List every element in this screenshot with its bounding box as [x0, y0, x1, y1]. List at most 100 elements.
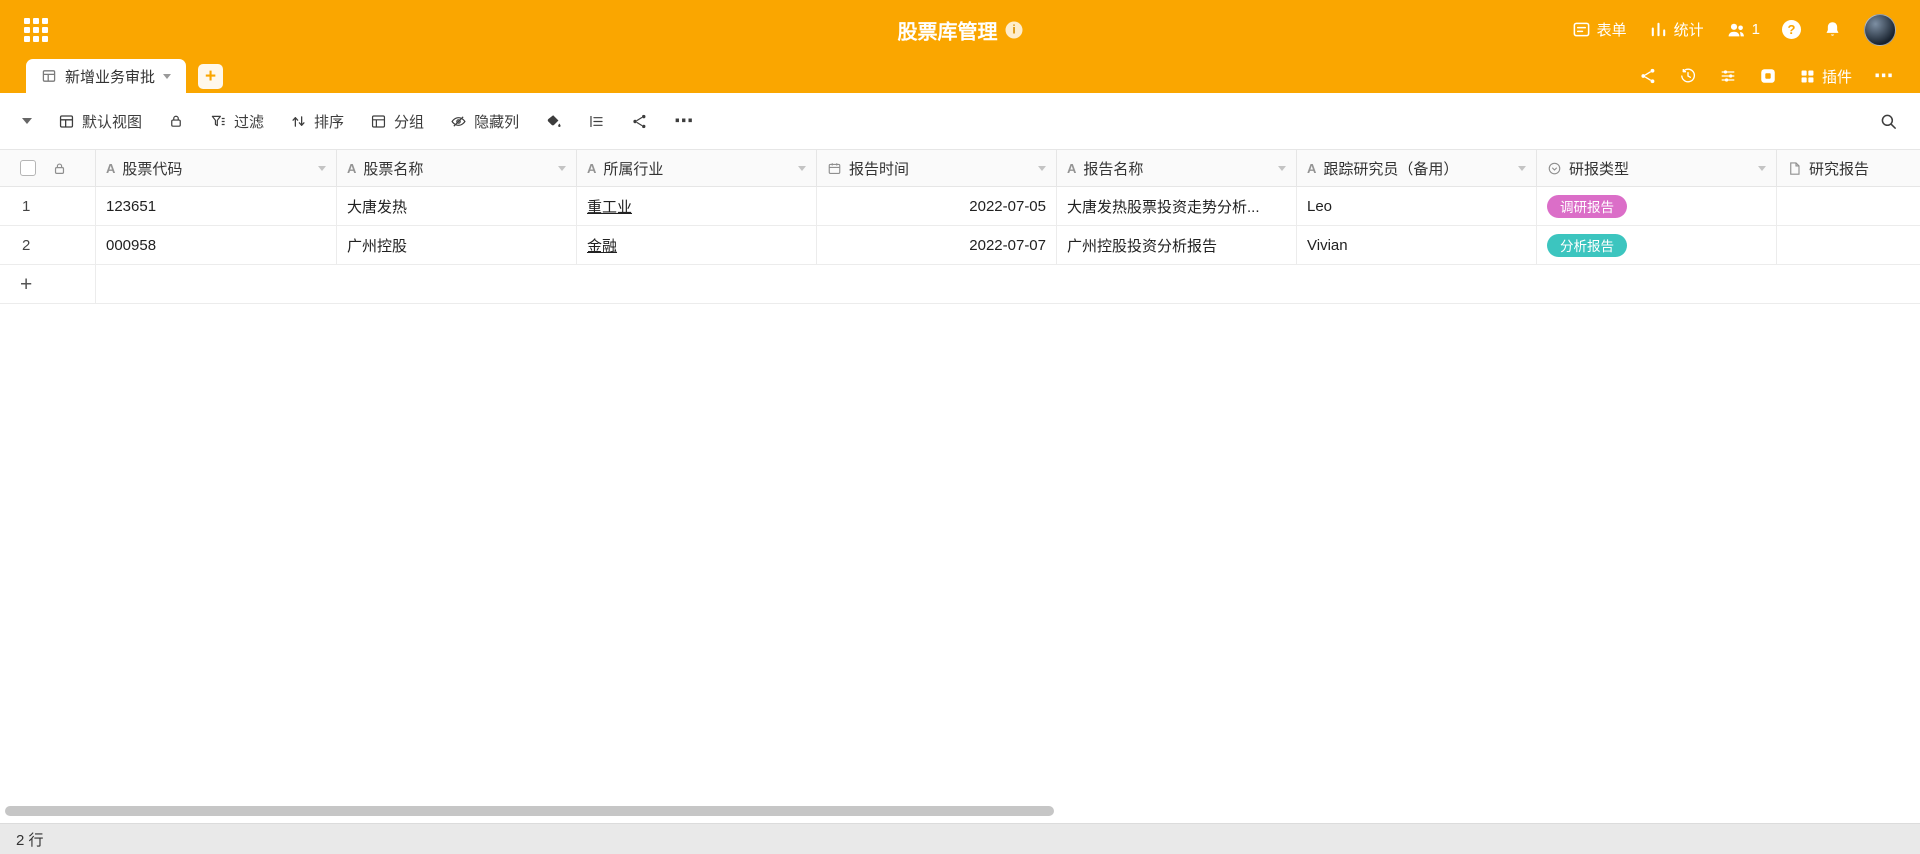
cell-industry[interactable]: 重工业 [577, 187, 817, 225]
avatar[interactable] [1864, 13, 1896, 46]
form-icon [1572, 20, 1591, 39]
text-column-icon: A [347, 160, 357, 176]
cell-industry[interactable]: 金融 [577, 226, 817, 264]
lock-icon [52, 161, 67, 176]
row-height-icon[interactable] [588, 113, 605, 130]
toolbar-more-button[interactable]: ⋯ [674, 112, 694, 131]
collaborators-button[interactable]: 1 [1726, 20, 1760, 40]
chevron-down-icon[interactable] [1518, 165, 1526, 171]
chevron-down-icon[interactable] [318, 165, 326, 171]
plus-icon: + [20, 272, 33, 296]
cell-report-name[interactable]: 广州控股投资分析报告 [1057, 226, 1297, 264]
share-view-icon[interactable] [631, 113, 648, 130]
color-fill-icon[interactable] [545, 113, 562, 130]
column-label: 跟踪研究员（备用） [1323, 160, 1459, 178]
filter-button[interactable]: 过滤 [210, 111, 264, 132]
apps-grid-icon[interactable] [24, 17, 48, 42]
plugin-icon [1799, 68, 1816, 85]
row-number: 1 [0, 187, 96, 225]
chevron-down-icon[interactable] [798, 165, 806, 171]
cell-researcher[interactable]: Leo [1297, 187, 1537, 225]
view-toolbar: 默认视图 过滤 排序 分组 隐藏列 ⋯ [0, 93, 1920, 149]
select-tag: 调研报告 [1547, 194, 1627, 218]
column-header-report-type[interactable]: 研报类型 [1537, 150, 1777, 186]
select-all-checkbox[interactable] [20, 160, 36, 176]
tab-label: 新增业务审批 [65, 68, 156, 86]
chevron-down-icon[interactable] [163, 73, 172, 79]
cell-stock-name[interactable]: 广州控股 [337, 226, 577, 264]
sort-arrows-icon [290, 113, 307, 130]
chevron-down-icon[interactable] [1038, 165, 1046, 171]
table-row[interactable]: 2 000958 广州控股 金融 2022-07-07 广州控股投资分析报告 V… [0, 226, 1920, 265]
column-label: 研究报告 [1809, 160, 1870, 178]
help-icon[interactable]: ? [1782, 20, 1801, 39]
form-button[interactable]: 表单 [1572, 19, 1627, 40]
column-header-researcher[interactable]: A 跟踪研究员（备用） [1297, 150, 1537, 186]
column-header-research-report[interactable]: 研究报告 [1777, 150, 1920, 186]
people-icon [1726, 20, 1746, 40]
column-header-report-name[interactable]: A 报告名称 [1057, 150, 1297, 186]
grid-view-icon [58, 113, 75, 130]
external-app-icon[interactable] [1759, 67, 1777, 85]
page-title-wrap: 股票库管理 i [898, 15, 1023, 44]
status-bar: 2 行 [0, 823, 1920, 854]
filter-label: 过滤 [234, 113, 265, 131]
hide-columns-button[interactable]: 隐藏列 [450, 111, 519, 132]
group-button[interactable]: 分组 [370, 111, 424, 132]
add-table-button[interactable]: + [198, 63, 224, 89]
sort-button[interactable]: 排序 [290, 111, 344, 132]
grid-corner [0, 150, 96, 186]
cell-report-date[interactable]: 2022-07-07 [817, 226, 1057, 264]
chevron-down-icon[interactable] [558, 165, 566, 171]
cell-report-type[interactable]: 分析报告 [1537, 226, 1777, 264]
column-header-stock-name[interactable]: A 股票名称 [337, 150, 577, 186]
settings-sliders-icon[interactable] [1719, 67, 1737, 85]
file-icon [1787, 161, 1802, 176]
cell-stock-name[interactable]: 大唐发热 [337, 187, 577, 225]
add-row-cell[interactable]: + [0, 265, 96, 303]
tab-active-table[interactable]: 新增业务审批 [26, 59, 187, 93]
lock-icon[interactable] [168, 113, 184, 129]
plugins-button[interactable]: 插件 [1799, 66, 1852, 87]
filter-funnel-icon [210, 113, 227, 130]
text-column-icon: A [587, 160, 597, 176]
more-options-button[interactable]: ⋯ [1874, 67, 1894, 86]
share-icon[interactable] [1639, 67, 1657, 85]
chevron-down-icon[interactable] [1758, 165, 1766, 171]
statistics-button[interactable]: 统计 [1649, 19, 1704, 40]
horizontal-scrollbar[interactable] [5, 806, 1920, 816]
group-label: 分组 [394, 113, 425, 131]
bell-icon[interactable] [1823, 20, 1842, 39]
row-count: 2 行 [16, 831, 44, 849]
column-header-report-date[interactable]: 报告时间 [817, 150, 1057, 186]
cell-stock-code[interactable]: 123651 [96, 187, 337, 225]
chevron-down-icon[interactable] [1278, 165, 1286, 171]
text-column-icon: A [1067, 160, 1077, 176]
top-header-bar: 股票库管理 i 表单 统计 1 ? [0, 0, 1920, 59]
select-tag: 分析报告 [1547, 233, 1627, 257]
search-icon[interactable] [1879, 112, 1898, 131]
data-grid: A 股票代码 A 股票名称 A 所属行业 报告时间 A 报告名称 A 跟踪研究员… [0, 149, 1920, 304]
group-icon [370, 113, 387, 130]
cell-research-report[interactable] [1777, 187, 1920, 225]
table-row[interactable]: 1 123651 大唐发热 重工业 2022-07-05 大唐发热股票投资走势分… [0, 187, 1920, 226]
cell-report-date[interactable]: 2022-07-05 [817, 187, 1057, 225]
info-icon[interactable]: i [1005, 21, 1023, 38]
column-label: 报告时间 [849, 160, 910, 178]
single-select-icon [1547, 161, 1562, 176]
column-header-stock-code[interactable]: A 股票代码 [96, 150, 337, 186]
add-row-button[interactable]: + [0, 265, 1920, 304]
column-header-industry[interactable]: A 所属行业 [577, 150, 817, 186]
page-title: 股票库管理 [897, 21, 998, 43]
history-icon[interactable] [1679, 67, 1697, 85]
cell-researcher[interactable]: Vivian [1297, 226, 1537, 264]
cell-research-report[interactable] [1777, 226, 1920, 264]
cell-report-type[interactable]: 调研报告 [1537, 187, 1777, 225]
cell-report-name[interactable]: 大唐发热股票投资走势分析... [1057, 187, 1297, 225]
plugins-label: 插件 [1821, 68, 1852, 86]
scrollbar-thumb[interactable] [5, 806, 1054, 816]
cell-stock-code[interactable]: 000958 [96, 226, 337, 264]
collapse-views-caret[interactable] [22, 118, 32, 124]
view-selector[interactable]: 默认视图 [58, 111, 142, 132]
table-tab-bar: 新增业务审批 + 插件 ⋯ [0, 59, 1920, 93]
